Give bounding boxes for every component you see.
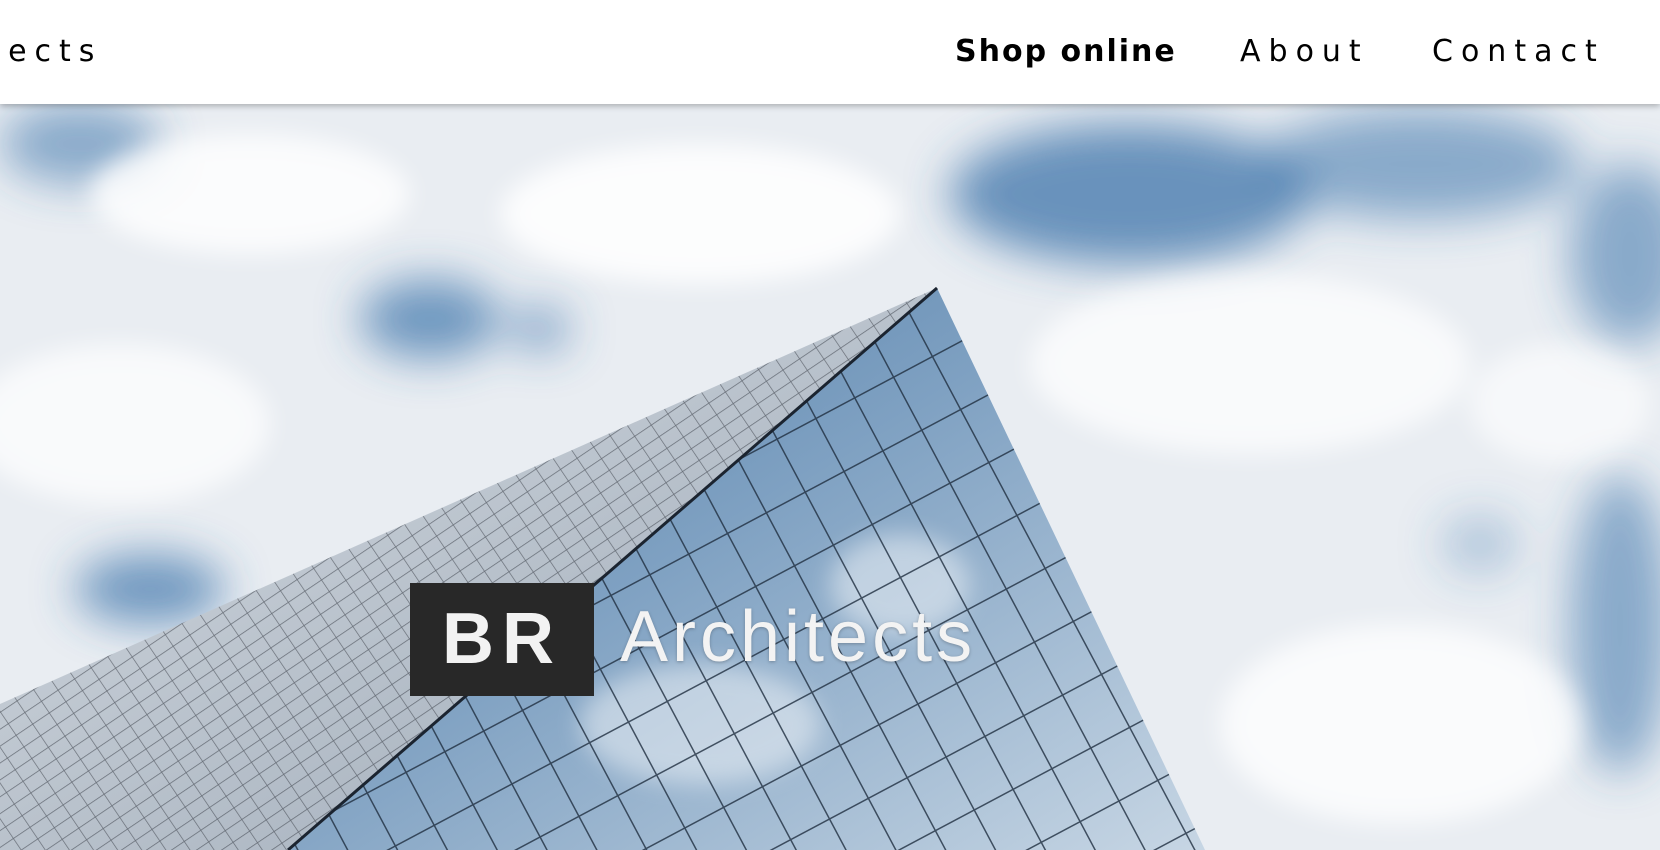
logo-br-box: BR <box>410 583 594 696</box>
nav-about[interactable]: About <box>1240 34 1369 69</box>
logo-architects-text: Architects <box>620 597 977 677</box>
top-navbar: itects Shop online About Contact <box>0 0 1660 104</box>
nav-contact[interactable]: Contact <box>1432 34 1605 69</box>
nav-shop-online[interactable]: Shop online <box>955 34 1177 69</box>
hero-background-image <box>0 104 1660 850</box>
site-brand[interactable]: itects <box>0 34 102 69</box>
hero-section: BR Architects <box>0 104 1660 850</box>
